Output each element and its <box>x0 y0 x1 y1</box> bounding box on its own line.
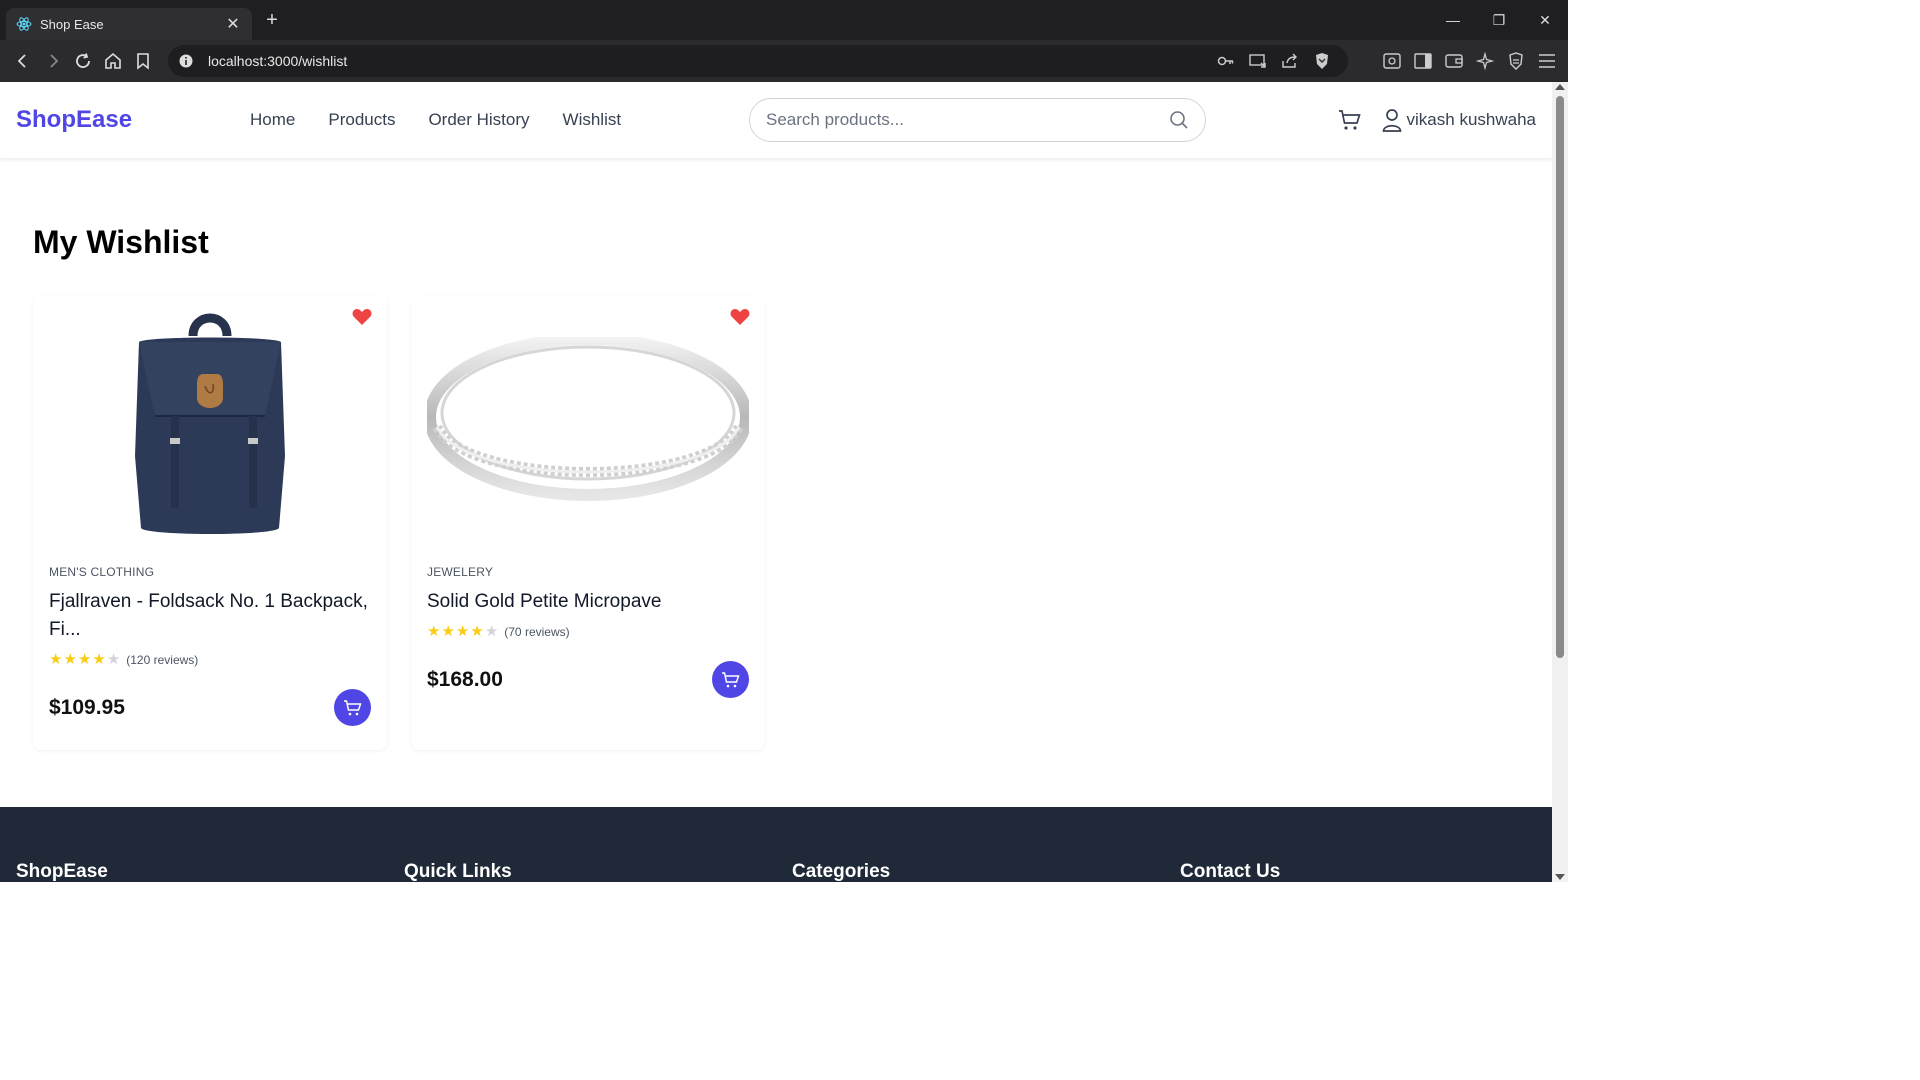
browser-toolbar: localhost:3000/wishlist <box>0 40 1568 82</box>
leo-ai-icon[interactable] <box>1469 46 1500 76</box>
footer-categories-heading: Categories <box>792 861 891 882</box>
product-category: MEN'S CLOTHING <box>49 565 155 579</box>
main-nav: Home Products Order History Wishlist <box>250 110 654 130</box>
nav-link-order-history[interactable]: Order History <box>428 110 529 130</box>
product-title[interactable]: Solid Gold Petite Micropave <box>427 588 749 616</box>
footer-contact-heading: Contact Us <box>1180 861 1281 882</box>
window-close-icon[interactable]: ✕ <box>1522 0 1568 40</box>
star-icon: ★ <box>92 651 106 668</box>
brave-shield-icon[interactable] <box>1306 46 1338 76</box>
star-icon: ★ <box>441 623 455 640</box>
cart-icon <box>721 671 740 687</box>
user-menu[interactable]: vikash kushwaha <box>1381 108 1536 132</box>
product-rating: ★ ★ ★ ★ ★ (120 reviews) <box>49 652 371 667</box>
react-icon <box>16 16 32 32</box>
url-text: localhost:3000/wishlist <box>208 53 348 69</box>
forward-icon[interactable] <box>38 46 68 76</box>
back-icon[interactable] <box>8 46 38 76</box>
search-icon[interactable] <box>1169 110 1189 130</box>
star-icon: ★ <box>470 623 484 640</box>
page-title: My Wishlist <box>33 224 209 260</box>
cart-icon[interactable] <box>1337 107 1363 133</box>
product-image[interactable] <box>49 295 371 549</box>
footer-brand: ShopEase <box>16 861 108 882</box>
heart-icon[interactable] <box>351 307 373 327</box>
product-price: $109.95 <box>49 695 125 719</box>
product-rating: ★ ★ ★ ★ ★ (70 reviews) <box>427 624 749 639</box>
main-content: My Wishlist MEN'S CLOTHING Fjallraven - … <box>0 224 1552 750</box>
product-title[interactable]: Fjallraven - Foldsack No. 1 Backpack, Fi… <box>49 588 371 644</box>
review-count: (120 reviews) <box>126 652 199 667</box>
cart-icon <box>343 699 362 715</box>
star-icon: ★ <box>455 623 470 640</box>
search-input[interactable] <box>766 110 1169 130</box>
review-count: (70 reviews) <box>504 624 570 639</box>
wishlist-grid: MEN'S CLOTHING Fjallraven - Foldsack No.… <box>33 295 1519 750</box>
nav-link-home[interactable]: Home <box>250 110 295 130</box>
install-app-icon[interactable] <box>1242 46 1274 76</box>
user-name: vikash kushwaha <box>1406 110 1536 129</box>
add-to-cart-button[interactable] <box>712 661 749 698</box>
wishlist-card[interactable]: JEWELERY Solid Gold Petite Micropave ★ ★… <box>411 295 765 750</box>
heart-icon[interactable] <box>729 307 751 327</box>
reload-icon[interactable] <box>68 46 98 76</box>
star-rating: ★ ★ ★ ★ ★ <box>49 652 121 667</box>
minimize-icon[interactable]: — <box>1430 0 1476 40</box>
vpn-shield-icon[interactable] <box>1500 46 1531 76</box>
password-key-icon[interactable] <box>1210 46 1242 76</box>
site-logo[interactable]: ShopEase <box>16 106 250 134</box>
bookmark-icon[interactable] <box>128 46 158 76</box>
star-icon: ★ <box>77 651 92 668</box>
page-scrollbar[interactable] <box>1552 82 1568 882</box>
star-rating: ★ ★ ★ ★ ★ <box>427 624 499 639</box>
star-icon: ★ <box>484 623 499 640</box>
product-price: $168.00 <box>427 667 503 691</box>
nav-link-products[interactable]: Products <box>328 110 395 130</box>
address-bar[interactable]: localhost:3000/wishlist <box>168 45 1348 77</box>
backpack-image <box>135 313 285 534</box>
product-image[interactable] <box>427 295 749 549</box>
close-tab-icon[interactable]: ✕ <box>224 15 242 33</box>
add-to-cart-button[interactable] <box>334 689 371 726</box>
home-icon[interactable] <box>98 46 128 76</box>
page-viewport: ShopEase Home Products Order History Wis… <box>0 82 1552 882</box>
menu-icon[interactable] <box>1531 46 1562 76</box>
star-icon: ★ <box>106 651 121 668</box>
browser-tabbar: Shop Ease ✕ + — ❐ ✕ <box>0 0 1568 40</box>
tab-title: Shop Ease <box>40 16 104 32</box>
info-icon[interactable] <box>178 53 194 69</box>
new-tab-button[interactable]: + <box>258 6 286 34</box>
footer-quick-links-heading: Quick Links <box>404 861 512 882</box>
restore-icon[interactable]: ❐ <box>1476 0 1522 40</box>
browser-tab[interactable]: Shop Ease ✕ <box>6 8 252 40</box>
scrollbar-thumb[interactable] <box>1556 96 1564 658</box>
reader-mode-icon[interactable] <box>1376 46 1407 76</box>
site-footer: ShopEase Quick Links Categories Contact … <box>0 807 1552 882</box>
user-icon <box>1381 108 1403 132</box>
wishlist-card[interactable]: MEN'S CLOTHING Fjallraven - Foldsack No.… <box>33 295 387 750</box>
search-bar <box>749 98 1206 142</box>
star-icon: ★ <box>49 651 63 668</box>
site-header: ShopEase Home Products Order History Wis… <box>0 82 1552 158</box>
ring-image <box>427 337 749 501</box>
star-icon: ★ <box>427 623 441 640</box>
share-icon[interactable] <box>1274 46 1306 76</box>
wallet-icon[interactable] <box>1438 46 1469 76</box>
star-icon: ★ <box>63 651 77 668</box>
scroll-down-icon[interactable] <box>1555 874 1565 880</box>
nav-link-wishlist[interactable]: Wishlist <box>563 110 622 130</box>
scroll-up-icon[interactable] <box>1555 84 1565 90</box>
product-category: JEWELERY <box>427 565 494 579</box>
sidebar-icon[interactable] <box>1407 46 1438 76</box>
